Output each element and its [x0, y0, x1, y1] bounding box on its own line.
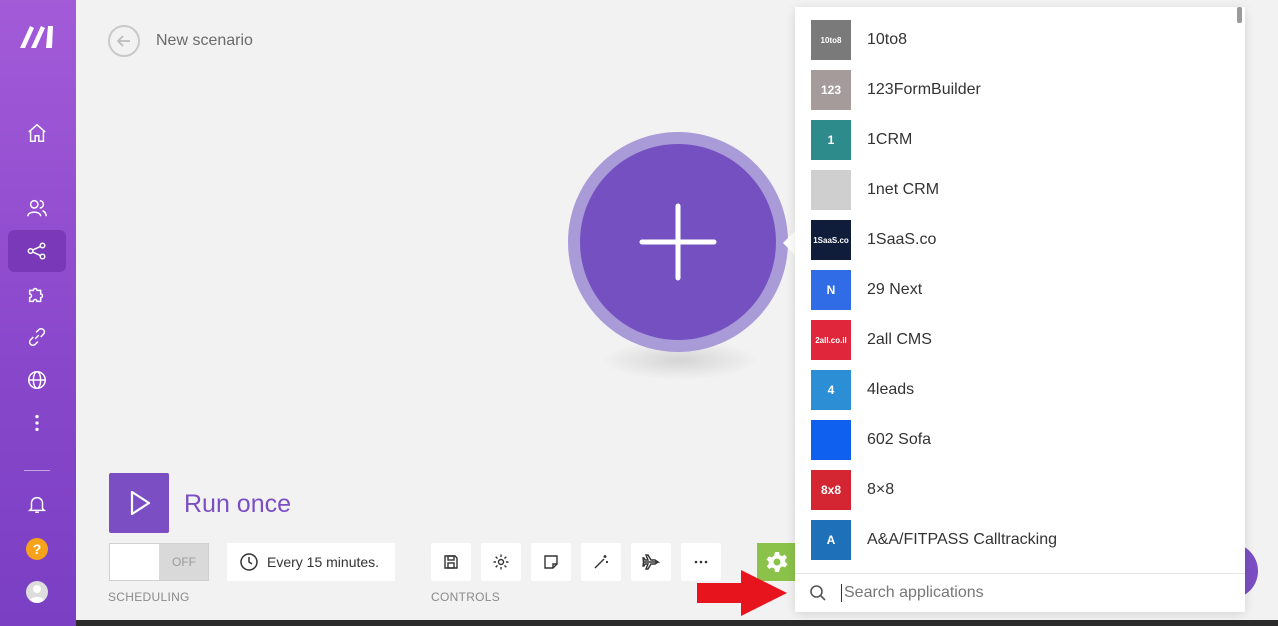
app-name: 4leads [867, 381, 915, 398]
back-button[interactable] [108, 25, 140, 57]
clock-icon [240, 553, 258, 571]
sidebar-item-apps[interactable] [8, 273, 66, 315]
add-module-button[interactable] [580, 144, 776, 340]
app-list-item[interactable]: 1SaaS.co 1SaaS.co [795, 215, 1235, 265]
app-name: 29 Next [867, 281, 923, 298]
run-once-button[interactable] [109, 473, 169, 533]
app-logo-icon [811, 420, 851, 460]
app-list-item[interactable]: 1 1CRM [795, 115, 1235, 165]
app-name: 123FormBuilder [867, 81, 981, 98]
sidebar-item-team[interactable] [8, 187, 66, 229]
app-picker-popover: 10to8 10to8 123 123FormBuilder 1 1CRM 1net CRM… [795, 7, 1245, 612]
scheduling-toggle[interactable]: OFF [109, 543, 209, 581]
app-logo-icon: 1SaaS.co [811, 220, 851, 260]
app-name: 2all CMS [867, 331, 932, 348]
app-list-item[interactable]: N 29 Next [795, 265, 1235, 315]
plus-icon [639, 203, 717, 281]
scenario-title[interactable]: New scenario [156, 32, 253, 50]
webhooks-globe-icon [28, 371, 46, 389]
app-name: A&A/FITPASS Calltracking [867, 531, 1057, 548]
red-arrow-annotation [697, 570, 787, 616]
app-logo-icon: A [811, 520, 851, 560]
sidebar-item-notifications[interactable] [8, 483, 66, 525]
app-logo-icon: N [811, 270, 851, 310]
app-name: 10to8 [867, 31, 908, 48]
bell-icon [27, 496, 47, 513]
app-logo-icon: 4 [811, 370, 851, 410]
toggle-state-label: OFF [172, 555, 196, 569]
app-list-item[interactable]: 4 4leads [795, 365, 1235, 415]
connections-icon [28, 328, 46, 346]
save-button[interactable] [431, 543, 471, 581]
search-icon [810, 585, 826, 601]
app-list-item[interactable]: A A&A/FITPASS Calltracking [795, 515, 1235, 565]
toggle-knob [110, 544, 159, 580]
app-logo-icon: 2all.co.il [811, 320, 851, 360]
app-logo-icon: 8x8 [811, 470, 851, 510]
sidebar-item-help[interactable]: ? [8, 528, 66, 570]
scheduling-label: SCHEDULING [108, 590, 190, 604]
run-once-label[interactable]: Run once [184, 490, 291, 519]
gear-icon [493, 554, 509, 570]
scenario-settings-button[interactable] [481, 543, 521, 581]
app-name: 1SaaS.co [867, 231, 937, 248]
avatar [26, 581, 48, 603]
explain-flow-button[interactable] [631, 543, 671, 581]
app-name: 8×8 [867, 481, 895, 498]
sidebar-item-profile[interactable] [8, 571, 66, 613]
magic-wand-icon [594, 555, 608, 569]
notes-button[interactable] [531, 543, 571, 581]
help-icon: ? [26, 538, 48, 560]
home-icon [28, 123, 46, 142]
app-name: 1CRM [867, 131, 913, 148]
scrollbar-thumb[interactable] [1237, 7, 1242, 23]
sidebar: ? [0, 0, 76, 626]
app-list-item[interactable]: 10to8 10to8 [795, 15, 1235, 65]
app-list-item[interactable]: 8x8 8×8 [795, 465, 1235, 515]
app-list: 10to8 10to8 123 123FormBuilder 1 1CRM 1net CRM… [795, 15, 1235, 565]
sidebar-item-scenarios[interactable] [8, 230, 66, 272]
arrow-left-icon [116, 35, 130, 47]
sidebar-item-connections[interactable] [8, 316, 66, 358]
team-icon [27, 199, 47, 217]
sidebar-item-more[interactable] [8, 402, 66, 444]
save-icon [444, 555, 458, 569]
app-search-bar [795, 573, 1245, 612]
controls-label: CONTROLS [431, 590, 501, 604]
apps-puzzle-icon [28, 287, 44, 303]
app-logo-icon: 123 [811, 70, 851, 110]
scenarios-icon [27, 242, 46, 260]
schedule-interval-button[interactable]: Every 15 minutes. [227, 543, 395, 581]
app-list-item[interactable]: 123 123FormBuilder [795, 65, 1235, 115]
app-logo-icon [811, 170, 851, 210]
search-applications-input[interactable] [841, 584, 1221, 602]
app-list-item[interactable]: 602 Sofa [795, 415, 1235, 465]
airplane-icon [642, 554, 660, 570]
more-vertical-icon [35, 414, 39, 432]
popover-caret [783, 231, 795, 255]
sidebar-item-webhooks[interactable] [8, 359, 66, 401]
auto-align-button[interactable] [581, 543, 621, 581]
app-list-item[interactable]: 1net CRM [795, 165, 1235, 215]
note-icon [544, 555, 558, 569]
sidebar-item-home[interactable] [8, 112, 66, 154]
sidebar-divider [24, 470, 50, 471]
make-logo[interactable] [18, 22, 58, 50]
app-logo-icon: 10to8 [811, 20, 851, 60]
bottom-bar [76, 620, 1278, 626]
schedule-interval-text: Every 15 minutes. [267, 554, 380, 570]
app-list-item[interactable]: 2all.co.il 2all CMS [795, 315, 1235, 365]
more-horizontal-icon [694, 560, 708, 564]
play-icon [130, 490, 151, 516]
app-logo-icon: 1 [811, 120, 851, 160]
app-name: 602 Sofa [867, 431, 932, 448]
app-name: 1net CRM [867, 181, 940, 198]
